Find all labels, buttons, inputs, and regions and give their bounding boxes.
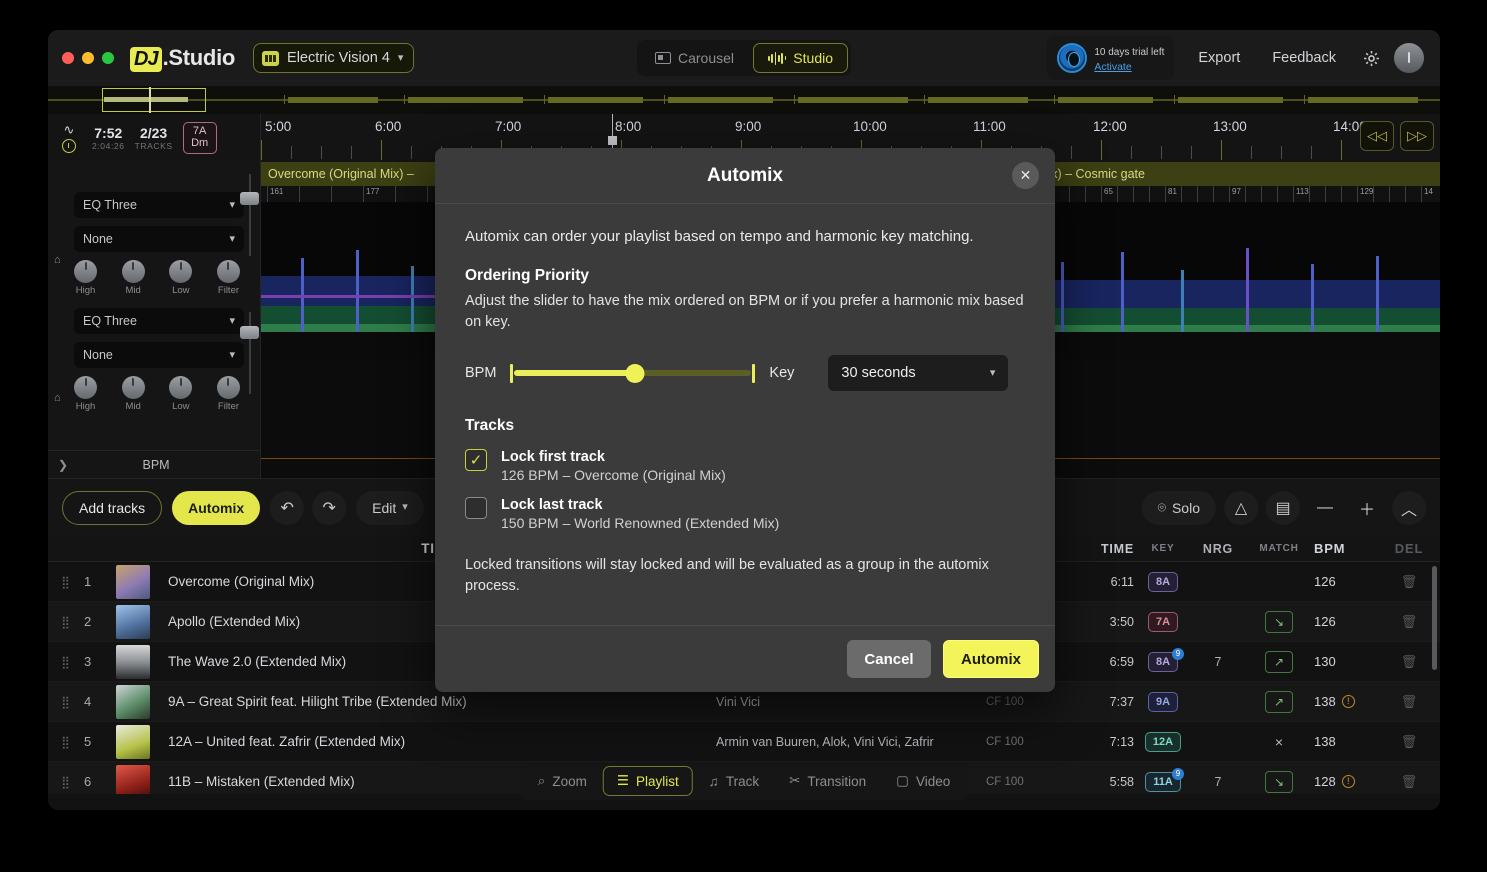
tracks-section: Tracks Lock first track 126 BPM – Overco…	[465, 417, 1025, 531]
ordering-slider-row: BPM Key 30 seconds ▾	[465, 355, 1025, 391]
dialog-body: Automix can order your playlist based on…	[435, 204, 1055, 625]
slider-fill	[514, 370, 635, 376]
tracks-heading: Tracks	[465, 417, 1025, 435]
lock-first-track-checkbox[interactable]	[465, 449, 487, 471]
dialog-title: Automix	[707, 165, 783, 187]
slider-label-key: Key	[769, 365, 794, 381]
dialog-lead-text: Automix can order your playlist based on…	[465, 228, 1025, 245]
slider-label-bpm: BPM	[465, 365, 496, 381]
lock-last-track-checkbox[interactable]	[465, 497, 487, 519]
confirm-automix-button[interactable]: Automix	[943, 640, 1039, 678]
lock-first-track-detail: 126 BPM – Overcome (Original Mix)	[501, 467, 726, 483]
lock-last-track-row[interactable]: Lock last track 150 BPM – World Renowned…	[465, 497, 1025, 531]
slider-cap-right	[752, 364, 755, 383]
cancel-button[interactable]: Cancel	[847, 640, 931, 678]
dialog-header: Automix ✕	[435, 148, 1055, 204]
slider-thumb[interactable]	[626, 364, 645, 383]
transition-duration-value: 30 seconds	[841, 365, 915, 381]
screen-root: DJ .Studio Electric Vision 4 ▾ Carousel …	[0, 0, 1487, 872]
automix-dialog: Automix ✕ Automix can order your playlis…	[435, 148, 1055, 692]
ordering-priority-text: Adjust the slider to have the mix ordere…	[465, 291, 1025, 333]
lock-last-track-detail: 150 BPM – World Renowned (Extended Mix)	[501, 515, 779, 531]
ordering-priority-heading: Ordering Priority	[465, 267, 1025, 285]
lock-first-track-label: Lock first track	[501, 449, 726, 465]
lock-first-track-row[interactable]: Lock first track 126 BPM – Overcome (Ori…	[465, 449, 1025, 483]
dialog-footer: Cancel Automix	[435, 625, 1055, 692]
chevron-down-icon: ▾	[990, 368, 996, 379]
modal-overlay: Automix ✕ Automix can order your playlis…	[0, 0, 1487, 872]
slider-cap-left	[510, 364, 513, 383]
ordering-slider[interactable]	[510, 362, 755, 384]
lock-last-track-label: Lock last track	[501, 497, 779, 513]
close-icon[interactable]: ✕	[1012, 162, 1039, 189]
transition-duration-select[interactable]: 30 seconds ▾	[828, 355, 1008, 391]
locked-transitions-note: Locked transitions will stay locked and …	[465, 555, 1025, 597]
